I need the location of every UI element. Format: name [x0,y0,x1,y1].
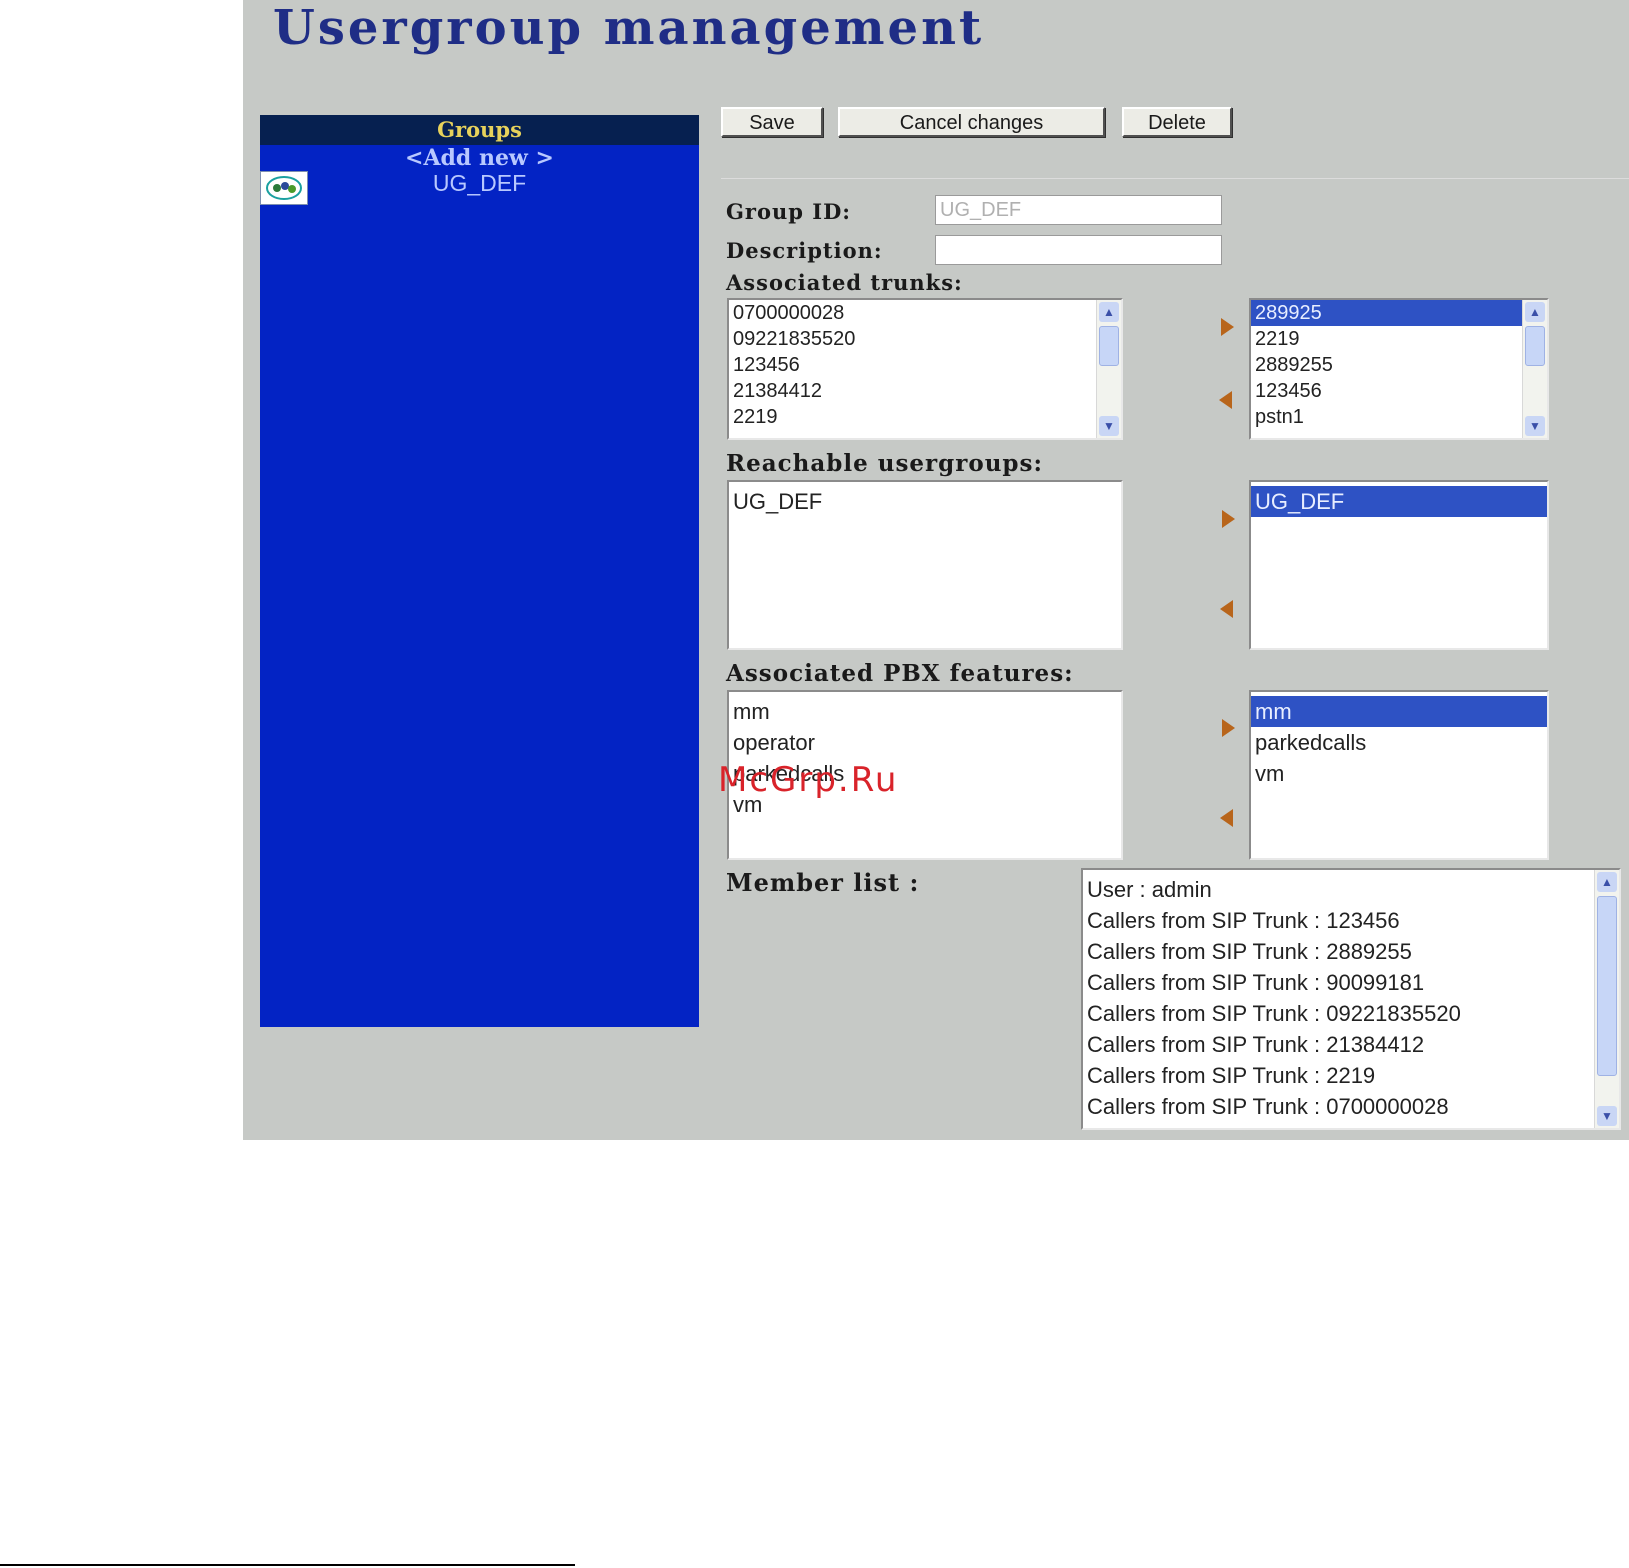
list-item[interactable]: 123456 [729,352,1121,378]
list-item[interactable]: mm [729,696,1121,727]
trunks-available-list[interactable]: 0700000028 09221835520 123456 21384412 2… [727,298,1123,440]
save-button[interactable]: Save [721,107,823,137]
reachable-usergroups-label: Reachable usergroups: [726,450,1043,477]
list-item[interactable]: mm [1251,696,1547,727]
watermark: McGrp.Ru [718,760,899,800]
scroll-down-icon[interactable]: ▼ [1525,416,1545,436]
add-pbx-feature-arrow-icon[interactable] [1222,719,1235,737]
list-item[interactable]: Callers from SIP Trunk : 2219 [1083,1060,1619,1091]
delete-button[interactable]: Delete [1122,107,1232,137]
footnote-rule [0,1564,575,1566]
scroll-thumb[interactable] [1099,326,1119,366]
remove-usergroup-arrow-icon[interactable] [1220,600,1233,618]
add-trunk-arrow-icon[interactable] [1221,318,1234,336]
list-item[interactable]: 09221835520 [729,326,1121,352]
description-field[interactable] [935,235,1222,265]
list-item[interactable]: User : admin [1083,874,1619,905]
list-item[interactable]: UG_DEF [729,486,1121,517]
pbx-selected-list[interactable]: mm parkedcalls vm [1249,690,1549,860]
list-item[interactable]: Callers from SIP Trunk : 90099181 [1083,967,1619,998]
group-id-label: Group ID: [726,199,852,224]
groups-header: Groups [260,115,699,145]
add-new-group-link[interactable]: <Add new > [260,145,699,171]
list-item[interactable]: Callers from SIP Trunk : 0700000028 [1083,1091,1619,1122]
group-item-ug-def[interactable]: UG_DEF [260,170,699,205]
scroll-up-icon[interactable]: ▲ [1525,302,1545,322]
member-list-label: Member list : [726,868,920,897]
screen: Usergroup management Groups <Add new > U… [243,0,1629,1140]
scroll-up-icon[interactable]: ▲ [1597,872,1617,892]
scroll-thumb[interactable] [1525,326,1545,366]
associated-trunks-label: Associated trunks: [726,270,963,295]
list-item[interactable]: 2219 [1251,326,1547,352]
usergroups-selected-list[interactable]: UG_DEF [1249,480,1549,650]
groups-panel: Groups <Add new > UG_DEF [260,115,699,1027]
list-item[interactable]: 0700000028 [729,300,1121,326]
list-item[interactable]: operator [729,727,1121,758]
list-item[interactable]: Callers from SIP Trunk : 2889255 [1083,936,1619,967]
group-id-field[interactable] [935,195,1222,225]
list-item[interactable]: Callers from SIP Trunk : 09221835520 [1083,998,1619,1029]
group-icon [260,171,308,205]
remove-pbx-feature-arrow-icon[interactable] [1220,809,1233,827]
pbx-features-label: Associated PBX features: [726,660,1074,687]
list-item[interactable]: 2889255 [1251,352,1547,378]
page-title: Usergroup management [273,0,985,56]
scroll-thumb[interactable] [1597,896,1617,1076]
list-item[interactable]: pstn1 [1251,404,1547,430]
usergroups-available-list[interactable]: UG_DEF [727,480,1123,650]
scrollbar[interactable]: ▲ ▼ [1522,300,1547,438]
divider [721,178,1629,179]
scrollbar[interactable]: ▲ ▼ [1594,870,1619,1128]
list-item[interactable]: Callers from SIP Trunk : 123456 [1083,905,1619,936]
list-item[interactable]: Callers from SIP Trunk : 21384412 [1083,1029,1619,1060]
remove-trunk-arrow-icon[interactable] [1219,391,1232,409]
list-item[interactable]: 2219 [729,404,1121,430]
list-item[interactable]: vm [1251,758,1547,789]
list-item[interactable]: UG_DEF [1251,486,1547,517]
list-item[interactable]: 123456 [1251,378,1547,404]
member-list[interactable]: User : admin Callers from SIP Trunk : 12… [1081,868,1621,1130]
scrollbar[interactable]: ▲ ▼ [1096,300,1121,438]
scroll-down-icon[interactable]: ▼ [1099,416,1119,436]
list-item[interactable]: parkedcalls [1251,727,1547,758]
list-item[interactable]: 21384412 [729,378,1121,404]
scroll-down-icon[interactable]: ▼ [1597,1106,1617,1126]
list-item[interactable]: 289925 [1251,300,1547,326]
group-item-label: UG_DEF [432,170,527,196]
scroll-up-icon[interactable]: ▲ [1099,302,1119,322]
add-usergroup-arrow-icon[interactable] [1222,510,1235,528]
cancel-changes-button[interactable]: Cancel changes [838,107,1105,137]
trunks-selected-list[interactable]: 289925 2219 2889255 123456 pstn1 ▲ ▼ [1249,298,1549,440]
description-label: Description: [726,238,883,263]
